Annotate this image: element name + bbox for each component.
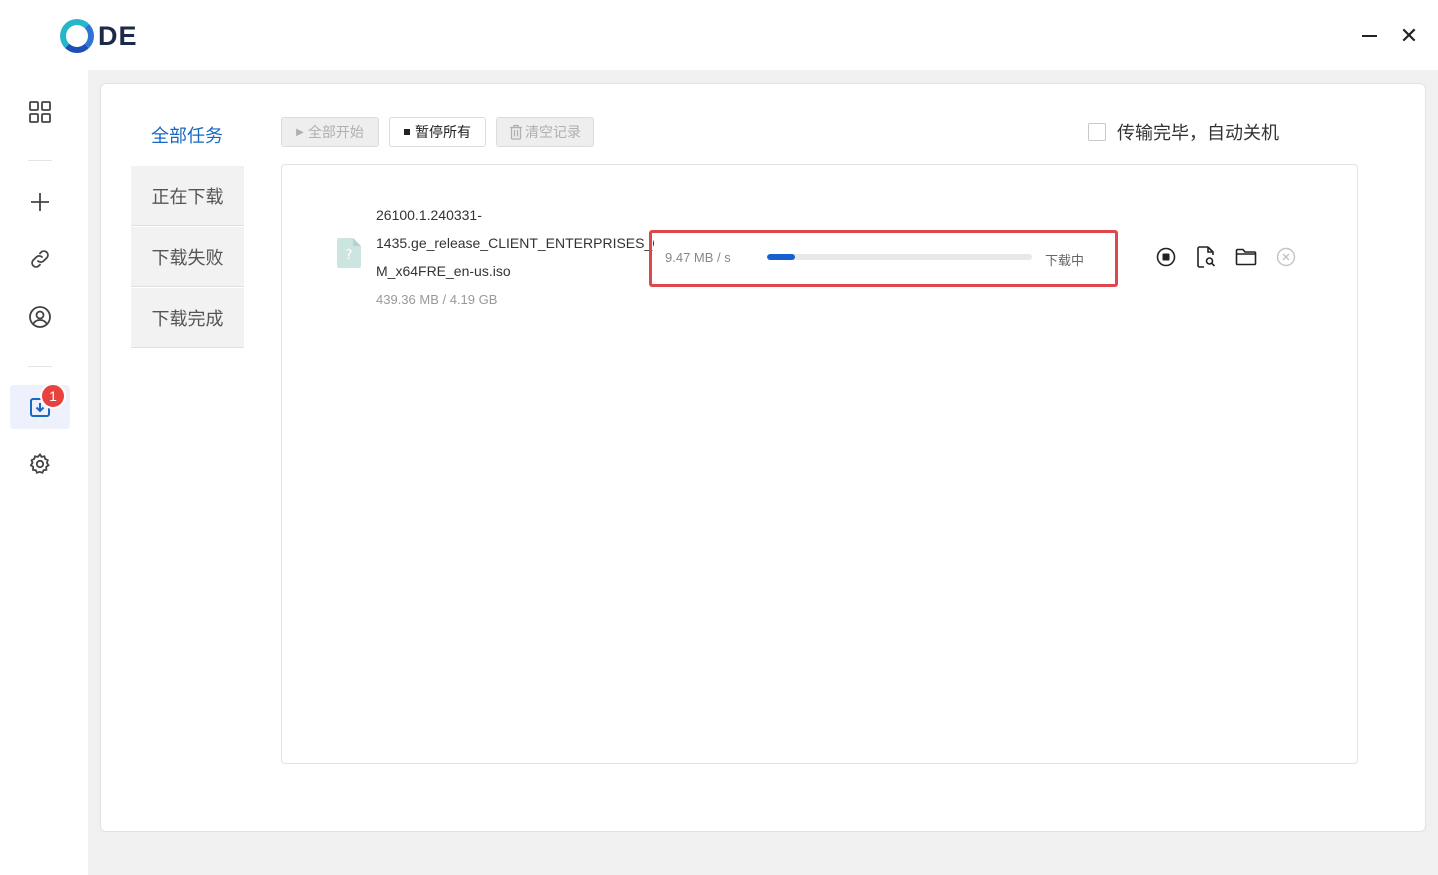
- download-file-name: 26100.1.240331- 1435.ge_release_CLIENT_E…: [376, 201, 654, 285]
- plus-icon: [31, 193, 49, 211]
- folder-icon: [1235, 248, 1257, 266]
- close-icon: ✕: [1399, 23, 1419, 49]
- file-search-icon: [1197, 246, 1216, 268]
- clear-records-label: 清空记录: [525, 125, 581, 141]
- open-folder-button[interactable]: [1233, 244, 1259, 270]
- download-status: 下载中: [1045, 254, 1085, 269]
- play-icon: ▶: [296, 126, 304, 138]
- file-name-line: 26100.1.240331-: [376, 207, 482, 223]
- sidebar-divider: [28, 160, 52, 161]
- logo-ring-icon: [60, 19, 94, 53]
- unknown-file-icon: ?: [337, 238, 361, 268]
- tab-all-tasks[interactable]: 全部任务: [151, 122, 223, 148]
- sidebar-item-new-task[interactable]: [16, 180, 64, 224]
- stop-icon: [1156, 247, 1176, 267]
- link-icon: [31, 250, 49, 268]
- minimize-icon: [1361, 35, 1377, 37]
- progress-bar-fill: [767, 254, 795, 260]
- pause-all-label: 暂停所有: [415, 125, 471, 141]
- clear-records-button[interactable]: 清空记录: [496, 117, 594, 147]
- app-logo: DE: [60, 18, 138, 54]
- start-all-label: 全部开始: [307, 125, 364, 141]
- minimize-button[interactable]: [1355, 22, 1383, 50]
- auto-shutdown-option[interactable]: 传输完毕，自动关机: [1088, 119, 1279, 145]
- download-size: 439.36 MB / 4.19 GB: [376, 292, 498, 307]
- start-all-button[interactable]: ▶ 全部开始: [281, 117, 379, 147]
- auto-shutdown-label: 传输完毕，自动关机: [1117, 123, 1279, 144]
- close-button[interactable]: ✕: [1395, 22, 1423, 50]
- notification-badge: 1: [40, 383, 66, 409]
- logo-text: DE: [98, 20, 138, 51]
- sidebar-divider: [28, 366, 52, 367]
- user-circle-icon: [29, 306, 51, 328]
- tab-downloading[interactable]: 正在下载: [131, 166, 244, 226]
- grid-icon: [29, 101, 51, 123]
- file-name-line: 1435.ge_release_CLIENT_ENTERPRISES_OEM: [376, 235, 654, 251]
- stop-download-button[interactable]: [1153, 244, 1179, 270]
- pause-all-button[interactable]: 暂停所有: [389, 117, 486, 147]
- progress-bar: [767, 254, 1032, 260]
- download-speed: 9.47 MB / s: [665, 250, 731, 265]
- sidebar-item-dashboard[interactable]: [16, 90, 64, 134]
- tab-failed[interactable]: 下载失败: [131, 227, 244, 287]
- view-file-button[interactable]: [1193, 244, 1219, 270]
- remove-icon: [1276, 247, 1296, 267]
- file-name-line: M_x64FRE_en-us.iso: [376, 263, 511, 279]
- title-bar: DE ✕: [0, 0, 1438, 70]
- auto-shutdown-checkbox[interactable]: [1088, 123, 1106, 141]
- sidebar-item-link[interactable]: [16, 237, 64, 281]
- tab-completed[interactable]: 下载完成: [131, 288, 244, 348]
- sidebar-item-settings[interactable]: [16, 442, 64, 486]
- remove-task-button[interactable]: [1273, 244, 1299, 270]
- sidebar-item-account[interactable]: [16, 295, 64, 339]
- stop-square-icon: [404, 129, 410, 135]
- trash-icon: [510, 124, 522, 140]
- svg-text:?: ?: [346, 248, 353, 263]
- gear-icon: [29, 453, 50, 474]
